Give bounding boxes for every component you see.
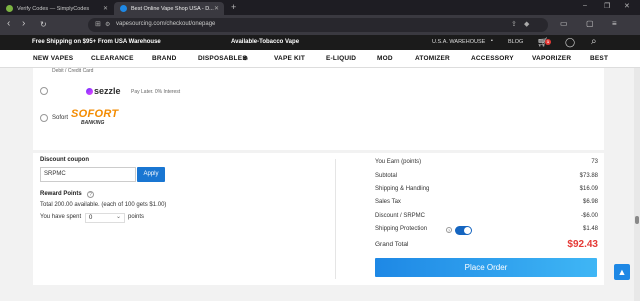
nav-item-brand[interactable]: BRAND (152, 55, 176, 62)
sezzle-logo: sezzle (86, 86, 121, 96)
sofort-label[interactable]: Sofort (52, 115, 68, 121)
summary-row-grand-total: Grand Total $92.43 (375, 239, 598, 250)
account-icon[interactable]: ◯ (565, 37, 575, 48)
nav-item-best[interactable]: BEST (590, 55, 608, 62)
points-spent-label: You have spent (40, 214, 82, 220)
points-suffix: points (128, 214, 145, 220)
nav-item-e-liquid[interactable]: E-LIQUID (326, 55, 356, 62)
close-window-button[interactable]: ✕ (624, 2, 630, 10)
chevron-down-icon: ⌄ (115, 214, 121, 220)
share-icon[interactable]: ⇪ (511, 20, 517, 28)
discount-coupon-title: Discount coupon (40, 157, 89, 163)
reload-icon[interactable]: ↻ (40, 20, 47, 29)
summary-row-shipping-protection: Shipping Protection ? $1.48 (375, 226, 598, 235)
promo-tobacco-text: Available-Tobacco Vape (231, 39, 300, 45)
nav-item-accessory[interactable]: ACCESSORY (471, 55, 514, 62)
sofort-banking-logo: SOFORT BANKING (71, 108, 119, 126)
points-spent-select[interactable]: 0 ⌄ (85, 213, 125, 223)
summary-row-tax: Sales Tax $6.98 (375, 199, 598, 205)
extension-icon[interactable]: ▭ (560, 19, 568, 28)
url-text[interactable]: vapesourcing.com/checkout/onepage (116, 21, 215, 27)
sofort-radio[interactable] (40, 114, 48, 122)
sezzle-icon (86, 88, 93, 95)
maximize-button[interactable]: ❐ (604, 2, 610, 10)
warehouse-selector[interactable]: U.S.A. WAREHOUSE (432, 39, 485, 45)
info-icon[interactable]: ? (446, 227, 452, 233)
nav-item-vape-kit[interactable]: VAPE KIT (274, 55, 305, 62)
nav-item-mod[interactable]: MOD (377, 55, 393, 62)
flag-icon: ▪ (491, 38, 493, 44)
promo-shipping-text: Free Shipping on $95+ From USA Warehouse (32, 39, 161, 45)
tab-title: Verify Codes — SimplyCodes (17, 5, 90, 12)
browser-tab-vapesourcing[interactable]: Best Online Vape Shop USA - D... ✕ (114, 2, 224, 15)
nav-item-vaporizer[interactable]: VAPORIZER (532, 55, 571, 62)
new-tab-button[interactable]: + (231, 2, 236, 12)
cart-count-badge: 1 (545, 39, 551, 45)
summary-row-subtotal: Subtotal $73.88 (375, 173, 598, 179)
menu-icon[interactable]: ≡ (612, 19, 617, 28)
scrollbar-thumb[interactable] (635, 216, 639, 224)
browser-tab-bar: Verify Codes — SimplyCodes ✕ Best Online… (0, 0, 640, 15)
scroll-to-top-button[interactable]: ▲ (614, 264, 630, 280)
debit-card-label[interactable]: Debit / Credit Card (52, 68, 93, 74)
order-panel: Discount coupon SRPMC Apply Reward Point… (33, 153, 604, 285)
shipping-protection-toggle[interactable] (455, 226, 472, 235)
wallet-icon[interactable]: ▢ (586, 19, 594, 28)
nav-item-disposables[interactable]: DISPOSABLES (198, 55, 247, 62)
nav-item-atomizer[interactable]: ATOMIZER (415, 55, 450, 62)
tab-title: Best Online Vape Shop USA - D... (131, 5, 214, 12)
sezzle-radio[interactable] (40, 87, 48, 95)
help-icon[interactable]: ? (87, 191, 94, 198)
forward-arrow-icon[interactable]: › (22, 18, 25, 29)
scrollbar[interactable] (634, 68, 640, 301)
promo-bar: Free Shipping on $95+ From USA Warehouse… (0, 35, 640, 50)
browser-tab-simplycodes[interactable]: Verify Codes — SimplyCodes ✕ (0, 2, 113, 15)
brave-shield-icon[interactable]: ◆ (524, 20, 529, 28)
nav-item-clearance[interactable]: CLEARANCE (91, 55, 134, 62)
nav-item-new-vapes[interactable]: NEW VAPES (33, 55, 73, 62)
sezzle-note: Pay Later. 0% Interest (131, 89, 181, 95)
reward-available-text: Total 200.00 available. (each of 100 get… (40, 202, 167, 208)
payment-methods-panel: Debit / Credit Card sezzle Pay Later. 0%… (33, 68, 604, 150)
back-arrow-icon[interactable]: ‹ (7, 18, 10, 29)
summary-row-shipping: Shipping & Handling $16.09 (375, 186, 598, 192)
simplycodes-favicon-icon (6, 5, 13, 12)
search-icon[interactable]: ⌕ (591, 36, 597, 47)
fire-icon: 🔥︎ (243, 55, 248, 62)
panel-divider (335, 159, 336, 279)
site-info-icon[interactable]: ⚙ (105, 21, 110, 28)
apply-coupon-button[interactable]: Apply (137, 167, 165, 182)
address-bar[interactable]: ⊞ ⚙ vapesourcing.com/checkout/onepage ⇪ … (88, 18, 548, 32)
summary-row-discount: Discount / SRPMC -$6.00 (375, 213, 598, 219)
coupon-code-input[interactable]: SRPMC (40, 167, 136, 182)
reward-points-title: Reward Points (40, 191, 82, 197)
blog-link[interactable]: BLOG (508, 39, 523, 45)
summary-row-points: You Earn (points) 73 (375, 159, 598, 165)
place-order-button[interactable]: Place Order (375, 258, 597, 277)
bookmark-icon[interactable]: ⊞ (95, 20, 101, 28)
close-icon[interactable]: ✕ (103, 5, 108, 12)
minimize-button[interactable]: – (583, 2, 587, 9)
vapesourcing-favicon-icon (120, 5, 127, 12)
category-nav: NEW VAPES CLEARANCE BRAND DISPOSABLES 🔥︎… (0, 50, 640, 68)
browser-toolbar: ‹ › ↻ ⊞ ⚙ vapesourcing.com/checkout/onep… (0, 15, 640, 35)
close-icon[interactable]: ✕ (214, 5, 219, 12)
grand-total-value: $92.43 (567, 239, 598, 250)
